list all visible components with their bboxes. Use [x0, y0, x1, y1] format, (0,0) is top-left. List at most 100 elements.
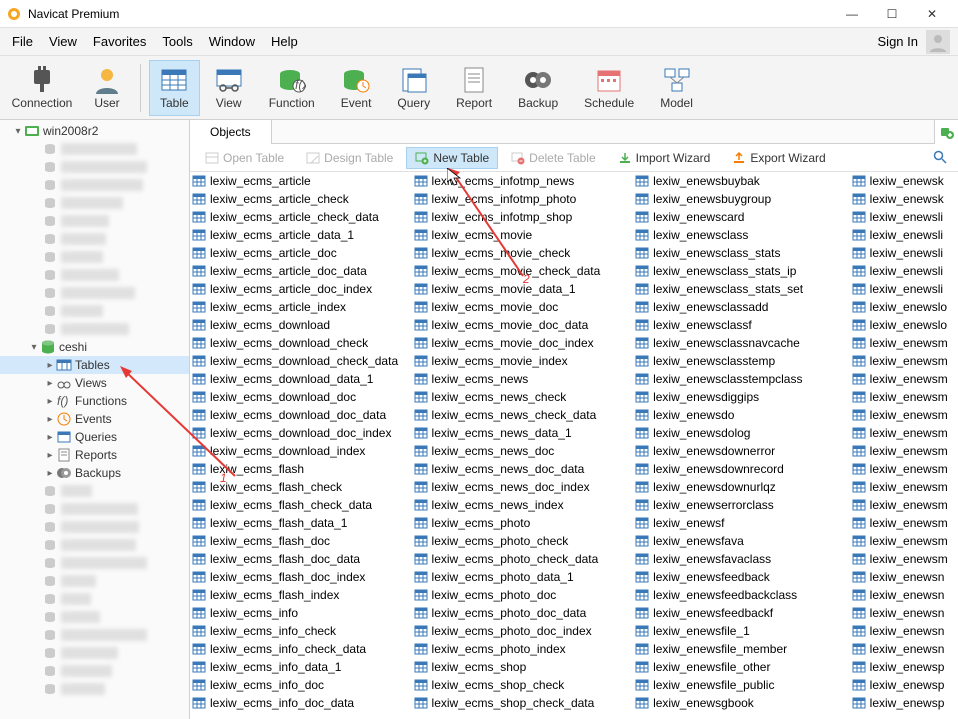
table-item[interactable]: lexiw_ecms_photo_data_1 [412, 568, 634, 586]
table-item[interactable]: lexiw_enewsclass_stats_ip [633, 262, 850, 280]
table-item[interactable]: lexiw_enewslo [850, 316, 958, 334]
table-item[interactable]: lexiw_enewsclasstempclass [633, 370, 850, 388]
table-item[interactable]: lexiw_ecms_article [190, 172, 412, 190]
open-table-button[interactable]: Open Table [196, 147, 293, 169]
table-item[interactable]: lexiw_ecms_article_doc_data [190, 262, 412, 280]
table-item[interactable]: lexiw_ecms_flash_check [190, 478, 412, 496]
table-item[interactable]: lexiw_enewsfile_member [633, 640, 850, 658]
table-item[interactable]: lexiw_ecms_flash_index [190, 586, 412, 604]
tree-blurred-item[interactable] [0, 590, 189, 608]
table-item[interactable]: lexiw_ecms_movie_doc_data [412, 316, 634, 334]
table-item[interactable]: lexiw_enewsbuybak [633, 172, 850, 190]
table-item[interactable]: lexiw_enewsm [850, 388, 958, 406]
maximize-button[interactable]: ☐ [872, 0, 912, 28]
table-item[interactable]: lexiw_ecms_download_doc [190, 388, 412, 406]
ribbon-table-button[interactable]: Table [149, 60, 200, 116]
ribbon-event-button[interactable]: Event [330, 60, 383, 116]
table-item[interactable]: lexiw_enewsclassadd [633, 298, 850, 316]
ribbon-report-button[interactable]: Report [445, 60, 503, 116]
table-item[interactable]: lexiw_ecms_info_doc_data [190, 694, 412, 712]
table-item[interactable]: lexiw_enewsn [850, 622, 958, 640]
tree-connection-root[interactable]: ▾ win2008r2 [0, 122, 189, 140]
tree-blurred-item[interactable] [0, 536, 189, 554]
table-item[interactable]: lexiw_ecms_article_index [190, 298, 412, 316]
table-item[interactable]: lexiw_ecms_news_doc_index [412, 478, 634, 496]
new-table-button[interactable]: New Table [406, 147, 498, 169]
table-item[interactable]: lexiw_enewsclass_stats [633, 244, 850, 262]
table-item[interactable]: lexiw_enewsli [850, 208, 958, 226]
table-item[interactable]: lexiw_enewsm [850, 496, 958, 514]
table-item[interactable]: lexiw_ecms_flash_doc_data [190, 550, 412, 568]
menu-favorites[interactable]: Favorites [85, 30, 154, 53]
ribbon-query-button[interactable]: Query [386, 60, 441, 116]
tree-node-events[interactable]: ▸Events [0, 410, 189, 428]
table-item[interactable]: lexiw_ecms_info_check [190, 622, 412, 640]
table-item[interactable]: lexiw_ecms_infotmp_photo [412, 190, 634, 208]
table-item[interactable]: lexiw_enewsdownerror [633, 442, 850, 460]
table-item[interactable]: lexiw_enewsm [850, 478, 958, 496]
table-item[interactable]: lexiw_enewsm [850, 406, 958, 424]
table-item[interactable]: lexiw_enewsli [850, 262, 958, 280]
table-item[interactable]: lexiw_enewscard [633, 208, 850, 226]
table-item[interactable]: lexiw_enewsn [850, 586, 958, 604]
table-item[interactable]: lexiw_enewsclassf [633, 316, 850, 334]
table-item[interactable]: lexiw_ecms_flash_check_data [190, 496, 412, 514]
table-item[interactable]: lexiw_ecms_article_data_1 [190, 226, 412, 244]
ribbon-model-button[interactable]: Model [649, 60, 704, 116]
tree-blurred-item[interactable] [0, 230, 189, 248]
table-item[interactable]: lexiw_ecms_movie_check [412, 244, 634, 262]
table-item[interactable]: lexiw_ecms_movie_index [412, 352, 634, 370]
table-item[interactable]: lexiw_ecms_flash_doc_index [190, 568, 412, 586]
table-item[interactable]: lexiw_enewsfile_1 [633, 622, 850, 640]
table-item[interactable]: lexiw_ecms_download_doc_data [190, 406, 412, 424]
table-item[interactable]: lexiw_ecms_photo [412, 514, 634, 532]
new-tab-button[interactable] [934, 120, 958, 144]
ribbon-function-button[interactable]: f(x)Function [258, 60, 326, 116]
table-item[interactable]: lexiw_enewsclass [633, 226, 850, 244]
table-item[interactable]: lexiw_enewsli [850, 280, 958, 298]
table-item[interactable]: lexiw_enewsn [850, 640, 958, 658]
table-item[interactable]: lexiw_enewsn [850, 568, 958, 586]
tree-blurred-item[interactable] [0, 554, 189, 572]
table-item[interactable]: lexiw_enewsm [850, 352, 958, 370]
tree-blurred-item[interactable] [0, 626, 189, 644]
avatar-icon[interactable] [926, 30, 950, 54]
table-item[interactable]: lexiw_enewslo [850, 298, 958, 316]
table-item[interactable]: lexiw_ecms_download_check_data [190, 352, 412, 370]
table-item[interactable]: lexiw_enewsfile_public [633, 676, 850, 694]
table-item[interactable]: lexiw_enewsfeedback [633, 568, 850, 586]
table-item[interactable]: lexiw_ecms_shop_check_data [412, 694, 634, 712]
tree-blurred-item[interactable] [0, 662, 189, 680]
table-item[interactable]: lexiw_enewsm [850, 460, 958, 478]
tree-node-tables[interactable]: ▸Tables [0, 356, 189, 374]
table-item[interactable]: lexiw_ecms_flash_data_1 [190, 514, 412, 532]
tree-blurred-item[interactable] [0, 176, 189, 194]
table-item[interactable]: lexiw_enewsm [850, 370, 958, 388]
tree-blurred-item[interactable] [0, 212, 189, 230]
tab-objects[interactable]: Objects [190, 120, 272, 144]
table-item[interactable]: lexiw_ecms_movie_doc_index [412, 334, 634, 352]
table-item[interactable]: lexiw_ecms_article_check_data [190, 208, 412, 226]
table-item[interactable]: lexiw_ecms_shop [412, 658, 634, 676]
table-item[interactable]: lexiw_ecms_flash [190, 460, 412, 478]
table-item[interactable]: lexiw_enewsgbook [633, 694, 850, 712]
menu-window[interactable]: Window [201, 30, 263, 53]
tree-blurred-item[interactable] [0, 284, 189, 302]
table-item[interactable]: lexiw_enewsfile_other [633, 658, 850, 676]
table-item[interactable]: lexiw_ecms_news_check_data [412, 406, 634, 424]
table-item[interactable]: lexiw_ecms_photo_doc_data [412, 604, 634, 622]
tree-blurred-item[interactable] [0, 266, 189, 284]
ribbon-view-button[interactable]: View [204, 60, 254, 116]
tree-blurred-item[interactable] [0, 572, 189, 590]
table-item[interactable]: lexiw_ecms_info_data_1 [190, 658, 412, 676]
tree-blurred-item[interactable] [0, 482, 189, 500]
table-item[interactable]: lexiw_ecms_movie_doc [412, 298, 634, 316]
tree-node-functions[interactable]: ▸f()Functions [0, 392, 189, 410]
table-item[interactable]: lexiw_enewsclasstemp [633, 352, 850, 370]
table-item[interactable]: lexiw_enewsm [850, 550, 958, 568]
table-item[interactable]: lexiw_ecms_download_check [190, 334, 412, 352]
table-item[interactable]: lexiw_ecms_infotmp_news [412, 172, 634, 190]
sign-in-link[interactable]: Sign In [870, 30, 926, 53]
table-item[interactable]: lexiw_ecms_download_doc_index [190, 424, 412, 442]
tree-node-backups[interactable]: ▸Backups [0, 464, 189, 482]
